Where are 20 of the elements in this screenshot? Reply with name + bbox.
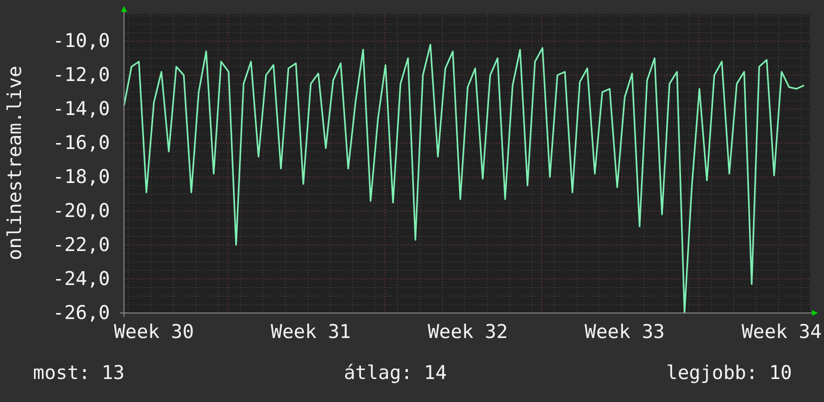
- y-axis-arrow-icon: [121, 6, 127, 318]
- y-tick-label: -18,0: [52, 166, 110, 188]
- legend-stat: átlag: 14: [344, 361, 447, 385]
- y-tick-label: -14,0: [52, 98, 110, 120]
- legend-stat: most: 13: [33, 361, 125, 385]
- y-tick-label: -20,0: [52, 200, 110, 222]
- x-tick-label: Week 33: [584, 321, 665, 343]
- x-tick-label: Week 31: [270, 321, 351, 343]
- x-tick-label: Week 30: [114, 321, 194, 343]
- y-tick-label: -12,0: [52, 64, 110, 86]
- x-tick-label: Week 32: [428, 321, 508, 343]
- x-axis-arrow-icon: [120, 310, 818, 316]
- y-tick-label: -24,0: [52, 268, 110, 290]
- y-axis-title: onlinestream.live: [4, 66, 26, 260]
- y-tick-label: -22,0: [52, 234, 110, 256]
- legend-stat: legjobb: 10: [666, 361, 792, 385]
- y-tick-label: -26,0: [52, 302, 110, 324]
- y-tick-label: -16,0: [52, 132, 110, 154]
- x-tick-label: Week 34: [742, 321, 822, 343]
- y-tick-label: -10,0: [52, 30, 110, 52]
